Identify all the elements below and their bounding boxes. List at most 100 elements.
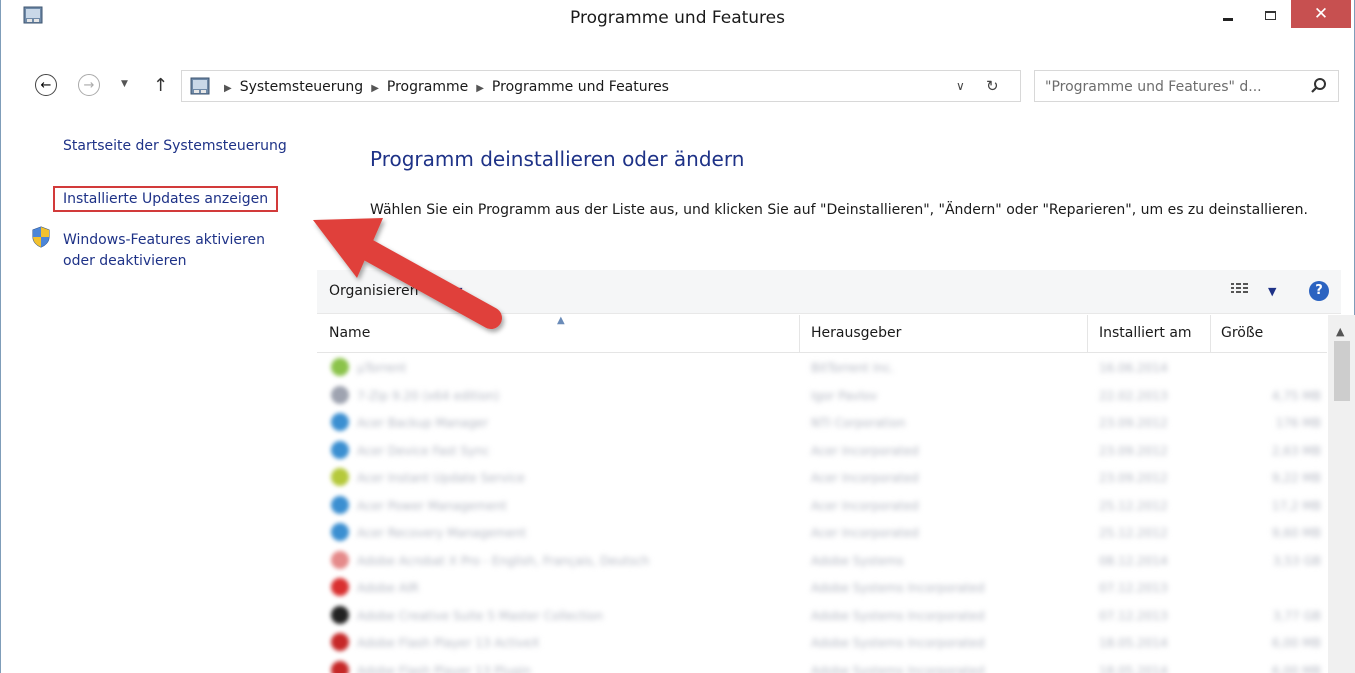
breadcrumb-separator-icon[interactable]: ▶: [476, 83, 484, 94]
program-publisher: Adobe Systems Incorporated: [811, 663, 985, 673]
program-install-date: 08.12.2014: [1099, 553, 1168, 568]
program-publisher: Acer Incorporated: [811, 471, 919, 485]
close-icon: ✕: [1313, 4, 1329, 24]
program-name: Adobe Flash Player 13 ActiveX: [357, 636, 540, 650]
organise-button[interactable]: Organisieren: [329, 283, 419, 299]
program-icon: [331, 633, 349, 651]
column-divider[interactable]: [1210, 315, 1211, 353]
program-icon: [331, 495, 349, 514]
help-icon[interactable]: ?: [1309, 281, 1329, 301]
up-button[interactable]: ↑: [153, 75, 168, 96]
program-icon: [331, 440, 349, 459]
column-header-row: Name ▲ Herausgeber Installiert am Größe: [317, 315, 1327, 353]
program-name: Acer Backup Manager: [357, 416, 489, 430]
program-size: 9,60 MB: [1271, 526, 1321, 540]
breadcrumb-separator-icon[interactable]: ▶: [224, 83, 232, 94]
vertical-scrollbar[interactable]: ▲: [1328, 315, 1355, 673]
scroll-up-icon[interactable]: ▲: [1336, 325, 1344, 338]
windows-features-link[interactable]: Windows-Features aktivieren oder deaktiv…: [63, 230, 265, 272]
forward-arrow-icon: →: [83, 77, 95, 93]
search-icon[interactable]: [1310, 77, 1328, 95]
breadcrumb-separator-icon[interactable]: ▶: [371, 83, 379, 94]
title-bar: Programme und Features ✕: [1, 0, 1354, 62]
installed-updates-link[interactable]: Installierte Updates anzeigen: [53, 186, 279, 212]
breadcrumb: ▶ Systemsteuerung ▶ Programme ▶ Programme und…: [216, 79, 669, 95]
window-title: Programme und Features: [570, 8, 785, 28]
program-icon: [331, 358, 349, 376]
forward-button[interactable]: →: [78, 74, 100, 96]
program-row[interactable]: Adobe Flash Player 13 ActiveX Adobe Syste…: [317, 629, 1327, 657]
address-history-dropdown[interactable]: ∨: [956, 79, 965, 93]
maximize-button[interactable]: [1253, 0, 1287, 30]
program-icon: [331, 605, 349, 624]
minimize-icon: [1223, 17, 1233, 21]
program-row[interactable]: µTorrent BitTorrent Inc. 16.06.2014: [317, 354, 1327, 382]
program-list: µTorrent BitTorrent Inc. 16.06.2014 7-Zip 9…: [317, 354, 1327, 673]
program-row[interactable]: Acer Power Management Acer Incorporated 25…: [317, 492, 1327, 520]
window: Programme und Features ✕ ← → ▼ ↑ ▶ Syste…: [0, 0, 1355, 673]
program-name: Acer Device Fast Sync: [357, 443, 490, 458]
program-publisher: Acer Incorporated: [811, 526, 919, 540]
search-input[interactable]: "Programme und Features" d...: [1034, 70, 1339, 102]
windows-features-link-line2: oder deaktivieren: [63, 253, 187, 269]
control-panel-home-link[interactable]: Startseite der Systemsteuerung: [63, 138, 287, 154]
program-row[interactable]: Adobe Creative Suite 5 Master Collection…: [317, 602, 1327, 630]
minimize-button[interactable]: [1211, 0, 1245, 30]
scroll-thumb[interactable]: [1334, 341, 1350, 401]
program-publisher: NTI Corporation: [811, 416, 906, 430]
address-bar[interactable]: ▶ Systemsteuerung ▶ Programme ▶ Programme und…: [181, 70, 1021, 102]
program-row[interactable]: Adobe Flash Player 13 Plugin Adobe System…: [317, 657, 1327, 673]
recent-locations-dropdown[interactable]: ▼: [121, 79, 128, 89]
column-divider[interactable]: [1087, 315, 1088, 353]
program-publisher: Adobe Systems Incorporated: [811, 636, 985, 650]
uac-shield-icon: [32, 226, 50, 248]
program-name: Acer Recovery Management: [357, 526, 527, 540]
program-size: 3,53 GB: [1272, 553, 1321, 568]
program-publisher: BitTorrent Inc.: [811, 361, 895, 375]
program-size: 3,77 GB: [1272, 608, 1321, 623]
program-icon: [331, 523, 349, 541]
program-publisher: Igor Pavlov: [811, 388, 878, 403]
program-name: Adobe Acrobat X Pro - English, Français,…: [357, 553, 650, 568]
program-row[interactable]: 7-Zip 9.20 (x64 edition) Igor Pavlov 22.02…: [317, 382, 1327, 410]
control-panel-icon: [190, 77, 210, 95]
breadcrumb-programme[interactable]: Programme: [387, 79, 468, 95]
command-bar: Organisieren ▼ ▼ ?: [317, 270, 1341, 314]
breadcrumb-systemsteuerung[interactable]: Systemsteuerung: [240, 79, 363, 95]
refresh-button[interactable]: ↻: [986, 77, 999, 95]
program-install-date: 25.12.2012: [1099, 526, 1168, 540]
program-publisher: Acer Incorporated: [811, 498, 919, 513]
back-arrow-icon: ←: [40, 77, 52, 93]
program-name: Adobe Creative Suite 5 Master Collection: [357, 608, 603, 623]
column-divider[interactable]: [799, 315, 800, 353]
close-button[interactable]: ✕: [1291, 0, 1351, 28]
program-name: µTorrent: [357, 361, 407, 375]
program-install-date: 23.09.2012: [1099, 416, 1168, 430]
view-options-icon[interactable]: [1229, 280, 1251, 300]
sort-ascending-icon: ▲: [557, 315, 565, 326]
program-install-date: 23.09.2012: [1099, 471, 1168, 485]
maximize-icon: [1264, 10, 1276, 20]
program-publisher: Acer Incorporated: [811, 443, 919, 458]
program-row[interactable]: Acer Device Fast Sync Acer Incorporated 23…: [317, 437, 1327, 465]
program-install-date: 18.05.2014: [1099, 636, 1168, 650]
breadcrumb-programme-und-features[interactable]: Programme und Features: [492, 79, 669, 95]
program-icon: [331, 413, 349, 431]
program-row[interactable]: Acer Instant Update Service Acer Incorpor…: [317, 464, 1327, 492]
program-name: 7-Zip 9.20 (x64 edition): [357, 388, 500, 403]
view-dropdown-icon[interactable]: ▼: [1268, 285, 1276, 298]
program-row[interactable]: Acer Backup Manager NTI Corporation 23.09.…: [317, 409, 1327, 437]
program-publisher: Adobe Systems: [811, 553, 904, 568]
program-name: Acer Instant Update Service: [357, 471, 525, 485]
program-row[interactable]: Acer Recovery Management Acer Incorporate…: [317, 519, 1327, 547]
program-icon: [331, 385, 349, 404]
program-install-date: 22.02.2013: [1099, 388, 1168, 403]
program-install-date: 16.06.2014: [1099, 361, 1168, 375]
program-size: 6,00 MB: [1271, 636, 1321, 650]
program-row[interactable]: Adobe AIR Adobe Systems Incorporated 07.12…: [317, 574, 1327, 602]
program-icon: [331, 550, 349, 569]
page-description: Wählen Sie ein Programm aus der Liste au…: [370, 202, 1308, 218]
back-button[interactable]: ←: [35, 74, 57, 96]
program-row[interactable]: Adobe Acrobat X Pro - English, Français,…: [317, 547, 1327, 575]
organise-dropdown-icon[interactable]: ▼: [454, 285, 462, 298]
